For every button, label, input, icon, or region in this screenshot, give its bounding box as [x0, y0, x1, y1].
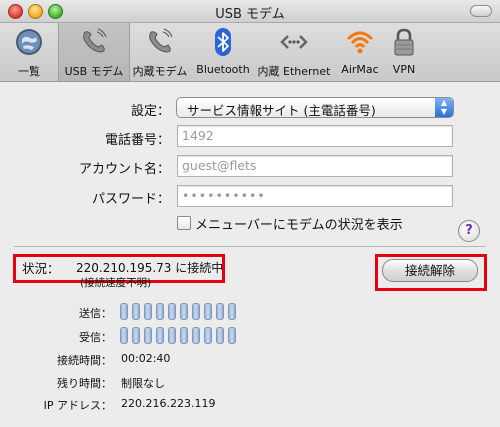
meter-segment [132, 327, 140, 344]
meter-segment [192, 303, 200, 320]
ethernet-icon [280, 35, 308, 49]
settings-label: 設定： [130, 104, 170, 119]
toolbar-item-label: Bluetooth [196, 63, 250, 76]
password-value: •••••••••• [182, 188, 266, 203]
meter-segment [120, 327, 128, 344]
toolbar: 一覧 USB モデム 内蔵モデム Bluetooth 内蔵 Ethernet A… [0, 23, 500, 82]
password-field[interactable]: •••••••••• [177, 185, 453, 207]
settings-popup[interactable]: サービス情報サイト (主電話番号) ▲ ▼ [176, 97, 454, 118]
help-button[interactable]: ? [458, 220, 480, 242]
show-modem-status-label[interactable]: メニューバーにモデムの状況を表示 [195, 214, 403, 233]
connection-time-value: 00:02:40 [121, 352, 171, 365]
status-label: 状況： [22, 261, 60, 276]
connection-speed-text: (接続速度不明) [80, 277, 152, 289]
meter-segment [168, 303, 176, 320]
remaining-time-value: 制限なし [121, 377, 165, 390]
meter-segment [132, 303, 140, 320]
account-name-value: guest@flets [182, 158, 257, 173]
toolbar-item-internal-modem[interactable]: 内蔵モデム [130, 23, 190, 81]
title-bar: USB モデム [0, 0, 500, 23]
account-label: アカウント名： [78, 162, 170, 177]
receive-label: 受信： [79, 331, 112, 344]
toolbar-item-show-all[interactable]: 一覧 [2, 23, 56, 81]
chevron-up-down-icon: ▲ ▼ [435, 98, 453, 117]
phone-label: 電話番号： [104, 133, 170, 148]
bluetooth-icon [215, 28, 231, 56]
toolbar-item-label: 内蔵モデム [132, 65, 188, 78]
phone-number-field[interactable]: 1492 [177, 125, 453, 147]
vpn-lock-icon [394, 28, 414, 56]
meter-segment [204, 303, 212, 320]
password-label: パスワード： [91, 192, 170, 207]
meter-segment [180, 303, 188, 320]
send-label: 送信： [79, 307, 112, 320]
account-name-field[interactable]: guest@flets [177, 155, 453, 177]
divider [14, 246, 486, 247]
toolbar-toggle-button[interactable] [470, 5, 492, 17]
meter-segment [120, 303, 128, 320]
window-title: USB モデム [215, 7, 285, 22]
connection-time-label: 接続時間： [57, 354, 112, 367]
toolbar-item-label: AirMac [341, 63, 379, 76]
internal-modem-phone-icon [149, 28, 173, 53]
meter-segment [144, 327, 152, 344]
toolbar-item-label: 一覧 [18, 65, 40, 78]
show-modem-status-checkbox[interactable] [177, 216, 191, 230]
phone-number-value: 1492 [182, 128, 214, 143]
meter-segment [156, 327, 164, 344]
ip-address-value: 220.216.223.119 [121, 397, 216, 410]
toolbar-item-label: 内蔵 Ethernet [257, 65, 331, 78]
toolbar-item-vpn[interactable]: VPN [387, 23, 421, 81]
meter-segment [204, 327, 212, 344]
meter-segment [228, 303, 236, 320]
meter-segment [144, 303, 152, 320]
toolbar-item-usb-modem[interactable]: USB モデム [58, 23, 130, 81]
show-all-icon [16, 29, 42, 55]
disconnect-button[interactable]: 接続解除 [382, 259, 478, 282]
meter-segment [192, 327, 200, 344]
toolbar-item-label: VPN [392, 63, 416, 76]
remaining-time-label: 残り時間： [57, 377, 112, 390]
meter-segment [228, 327, 236, 344]
ip-address-label: IP アドレス： [43, 399, 112, 412]
toolbar-item-label: USB モデム [64, 65, 124, 78]
status-text: 220.210.195.73 に接続中 [76, 261, 224, 275]
toolbar-item-ethernet[interactable]: 内蔵 Ethernet [255, 23, 333, 81]
meter-segment [216, 303, 224, 320]
meter-segment [156, 303, 164, 320]
window: USB モデム 一覧 USB モデム 内蔵モデム Bluetooth 内蔵 Et… [0, 0, 500, 427]
settings-value: サービス情報サイト (主電話番号) [187, 103, 376, 118]
airmac-wifi-icon [346, 31, 374, 54]
meter-segment [180, 327, 188, 344]
meter-segment [216, 327, 224, 344]
meter-segment [168, 327, 176, 344]
usb-modem-phone-icon [83, 28, 107, 53]
toolbar-item-bluetooth[interactable]: Bluetooth [193, 23, 253, 81]
toolbar-item-airmac[interactable]: AirMac [335, 23, 385, 81]
